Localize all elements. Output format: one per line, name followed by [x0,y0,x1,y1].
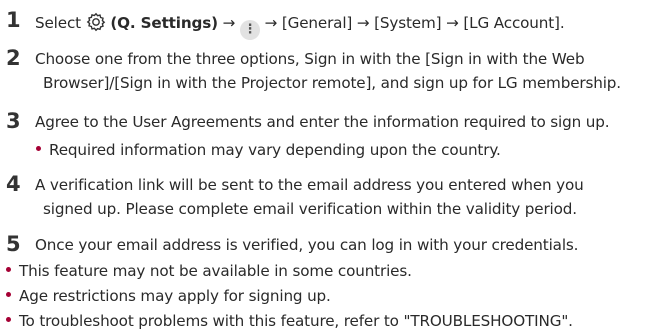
step-2-line-1: Choose one from the three options, Sign … [35,50,585,68]
step-number: 1 [6,8,21,32]
lg-account-item: [LG Account]. [463,14,565,32]
gear-icon [86,12,106,32]
note-text: To troubleshoot problems with this featu… [19,312,573,330]
step-5-line-1: Once your email address is verified, you… [35,236,579,254]
arrow: → [264,14,278,32]
arrow: → [222,14,236,32]
note-3: To troubleshoot problems with this featu… [6,312,573,330]
step-4-line-1: A verification link will be sent to the … [35,176,584,194]
step-3-sub-bullet: Required information may vary depending … [36,141,501,159]
bullet-dot [6,292,11,297]
arrow: → [446,14,459,32]
step-3-line-1: Agree to the User Agreements and enter t… [35,113,610,131]
step-number: 2 [6,46,21,70]
note-text: This feature may not be available in som… [19,262,412,280]
step-number: 5 [6,232,21,256]
arrow: → [356,14,370,32]
bullet-dot [6,317,11,322]
bullet-dot [36,146,41,151]
sub-bullet-text: Required information may vary depending … [49,141,501,159]
step-number: 4 [6,172,21,196]
q-settings-label: (Q. Settings) [110,14,218,32]
note-2: Age restrictions may apply for signing u… [6,287,331,305]
bullet-dot [6,267,11,272]
note-text: Age restrictions may apply for signing u… [19,287,331,305]
select-word: Select [35,14,81,32]
system-item: [System] [374,14,442,32]
step-4-line-2: signed up. Please complete email verific… [43,200,577,218]
general-item: [General] [281,14,353,32]
note-1: This feature may not be available in som… [6,262,412,280]
more-options-icon: ⋮ [239,20,260,40]
step-2-line-2: Browser]/[Sign in with the Projector rem… [43,74,621,92]
step-number: 3 [6,109,21,133]
step-1-text: Select (Q. Settings) → ⋮ → [General] → [… [35,12,565,40]
